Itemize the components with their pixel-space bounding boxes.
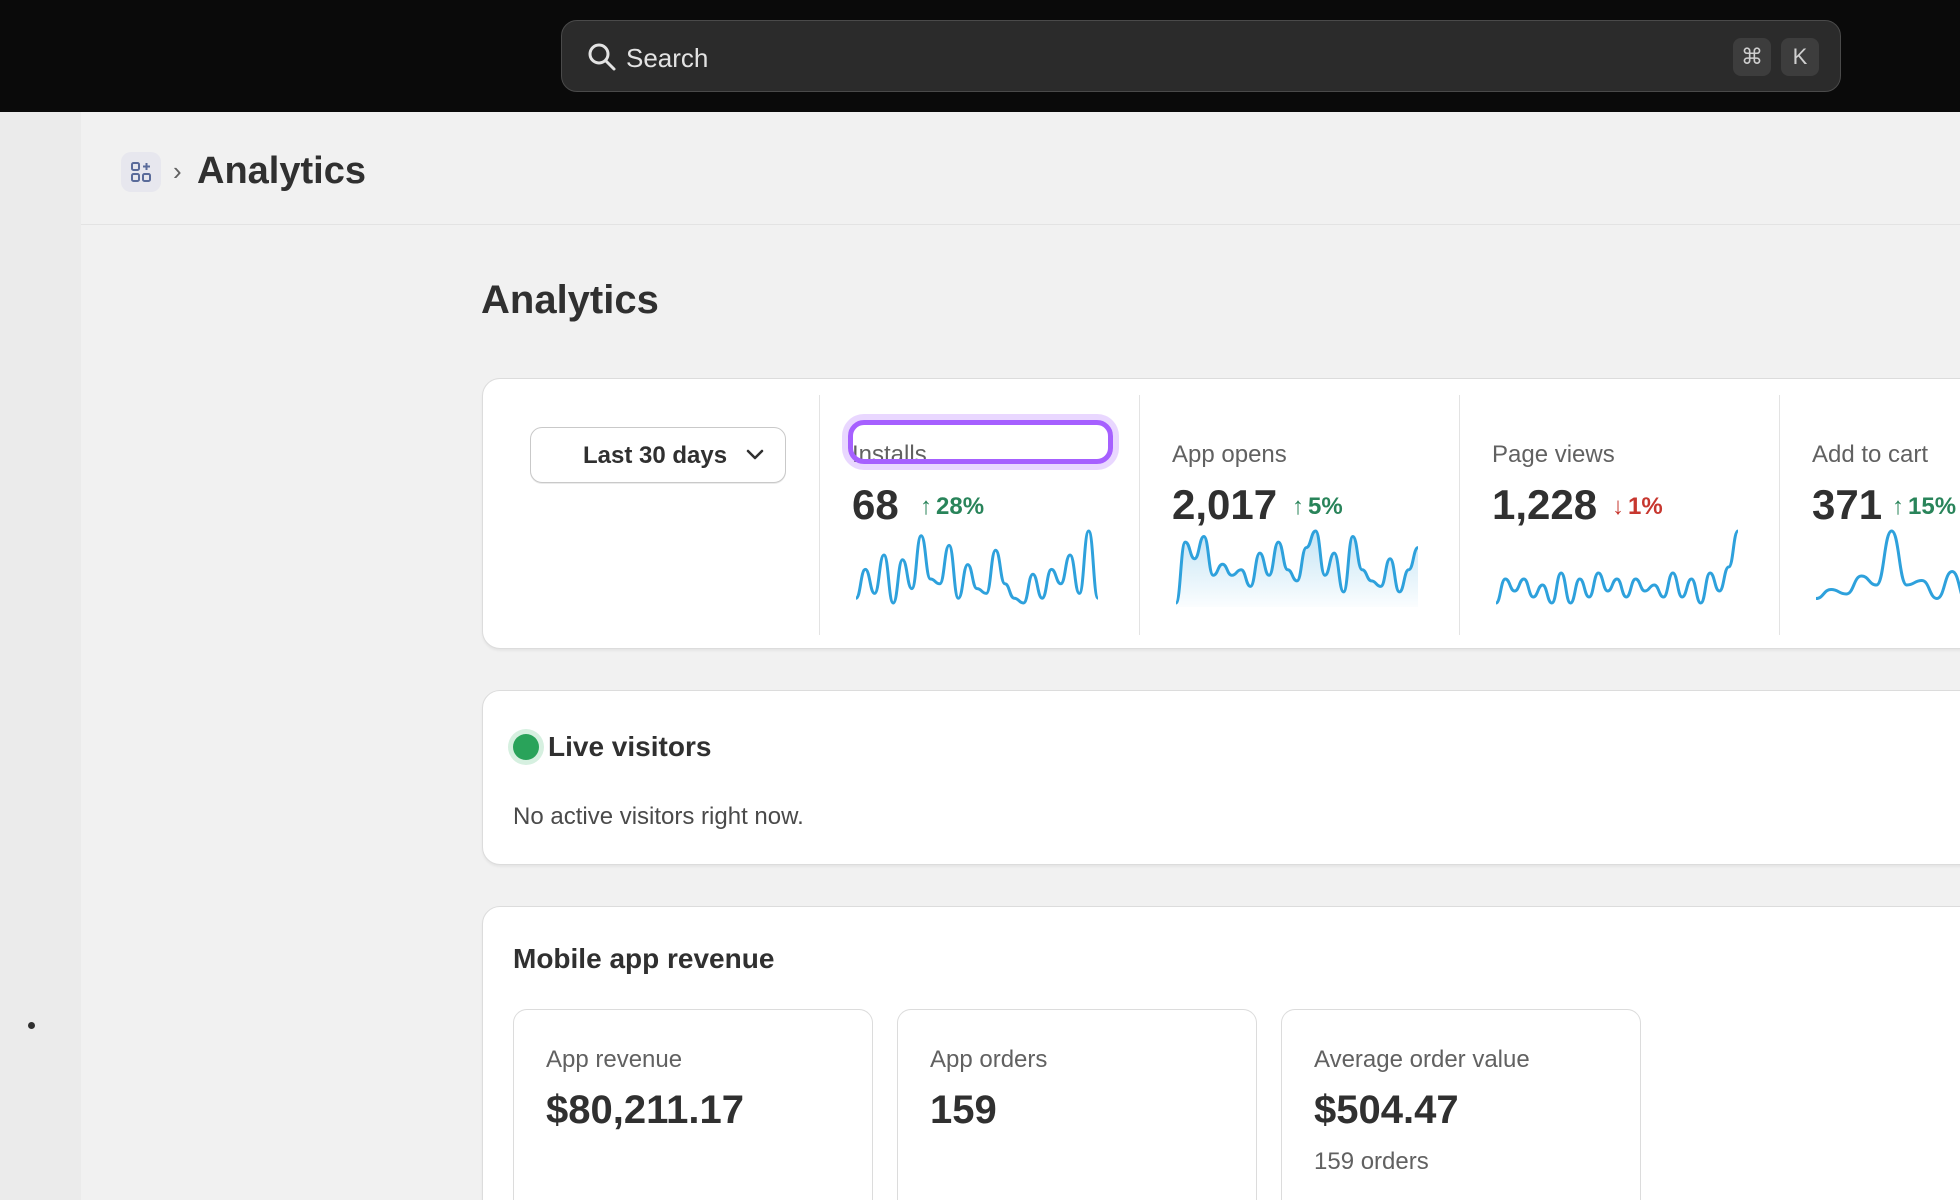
metric-label: Add to cart xyxy=(1812,441,1929,468)
date-range-label: Last 30 days xyxy=(583,442,728,469)
search-icon xyxy=(588,43,616,71)
metric-value: 371 xyxy=(1812,481,1883,528)
arrow-down-icon: ↓ xyxy=(1612,493,1624,520)
live-status-dot xyxy=(513,734,539,760)
apps-icon[interactable] xyxy=(121,152,161,192)
metric-delta-value: 5% xyxy=(1308,493,1343,520)
metric-add-to-cart[interactable]: Add to cart 371 ↑ 15% xyxy=(1779,395,1960,635)
tile-label: App orders xyxy=(930,1046,1048,1073)
revenue-title: Mobile app revenue xyxy=(513,943,775,974)
metric-label: Page views xyxy=(1492,441,1615,468)
chevron-down-icon xyxy=(746,449,764,460)
search-placeholder[interactable]: Search xyxy=(626,43,708,74)
metric-delta: ↓ 1% xyxy=(1612,493,1663,521)
rail-dot xyxy=(28,1022,35,1029)
live-visitors-title: Live visitors xyxy=(548,731,712,762)
revenue-tile-app-revenue: App revenue $80,211.17 xyxy=(513,1009,873,1200)
live-visitors-card: Live visitors No active visitors right n… xyxy=(482,690,1960,865)
metric-page-views[interactable]: Page views 1,228 ↓ 1% xyxy=(1459,395,1779,635)
sparkline-area xyxy=(1176,531,1418,607)
metric-label: Installs xyxy=(852,441,927,468)
arrow-up-icon: ↑ xyxy=(920,493,932,520)
sparkline-path xyxy=(854,529,1100,605)
sparkline-path xyxy=(1495,529,1740,605)
metric-delta-value: 15% xyxy=(1908,493,1957,520)
sparkline-path xyxy=(1815,529,1960,600)
arrow-up-icon: ↑ xyxy=(1292,493,1304,520)
search-bar[interactable]: Search ⌘ K xyxy=(561,20,1841,92)
date-range-button[interactable]: Last 30 days xyxy=(530,427,786,483)
sparkline xyxy=(1495,529,1740,605)
metric-delta: ↑ 28% xyxy=(920,493,984,521)
revenue-tile-app-orders: App orders 159 xyxy=(897,1009,1257,1200)
metric-delta: ↑ 5% xyxy=(1292,493,1343,521)
metric-installs[interactable]: Installs 68 ↑ 28% xyxy=(819,395,1139,635)
live-visitors-message: No active visitors right now. xyxy=(513,803,804,830)
metric-value: 68 xyxy=(852,481,899,528)
revenue-tile-aov: Average order value $504.47 159 orders xyxy=(1281,1009,1641,1200)
tile-subtext: 159 orders xyxy=(1314,1148,1429,1175)
sparkline xyxy=(854,529,1100,605)
top-bar: Search ⌘ K xyxy=(0,0,1960,112)
tile-label: Average order value xyxy=(1314,1046,1530,1073)
metric-delta: ↑ 15% xyxy=(1892,493,1956,521)
page-title: Analytics xyxy=(481,278,659,322)
metric-delta-value: 1% xyxy=(1628,493,1663,520)
arrow-up-icon: ↑ xyxy=(1892,493,1904,520)
sparkline xyxy=(1815,529,1960,600)
shortcut-k-key: K xyxy=(1781,38,1819,76)
sparkline xyxy=(1174,529,1419,607)
breadcrumb: › Analytics xyxy=(81,112,1960,225)
left-rail xyxy=(0,112,81,1200)
shortcut-cmd-key: ⌘ xyxy=(1733,38,1771,76)
metrics-card: Last 30 days Installs 68 ↑ 28% App opens … xyxy=(482,378,1960,649)
metric-delta-value: 28% xyxy=(936,493,985,520)
metric-app-opens[interactable]: App opens 2,017 ↑ 5% xyxy=(1139,395,1459,635)
tile-value: 159 xyxy=(930,1088,997,1132)
tile-value: $504.47 xyxy=(1314,1088,1459,1132)
tile-label: App revenue xyxy=(546,1046,683,1073)
chevron-right-icon: › xyxy=(173,156,182,186)
tile-value: $80,211.17 xyxy=(546,1088,744,1132)
apps-grid-icon xyxy=(131,162,151,182)
breadcrumb-title: Analytics xyxy=(197,150,366,192)
metric-value: 1,228 xyxy=(1492,481,1598,528)
metric-value: 2,017 xyxy=(1172,481,1278,528)
mobile-revenue-card: Mobile app revenue App revenue $80,211.1… xyxy=(482,906,1960,1200)
metric-label: App opens xyxy=(1172,441,1287,468)
